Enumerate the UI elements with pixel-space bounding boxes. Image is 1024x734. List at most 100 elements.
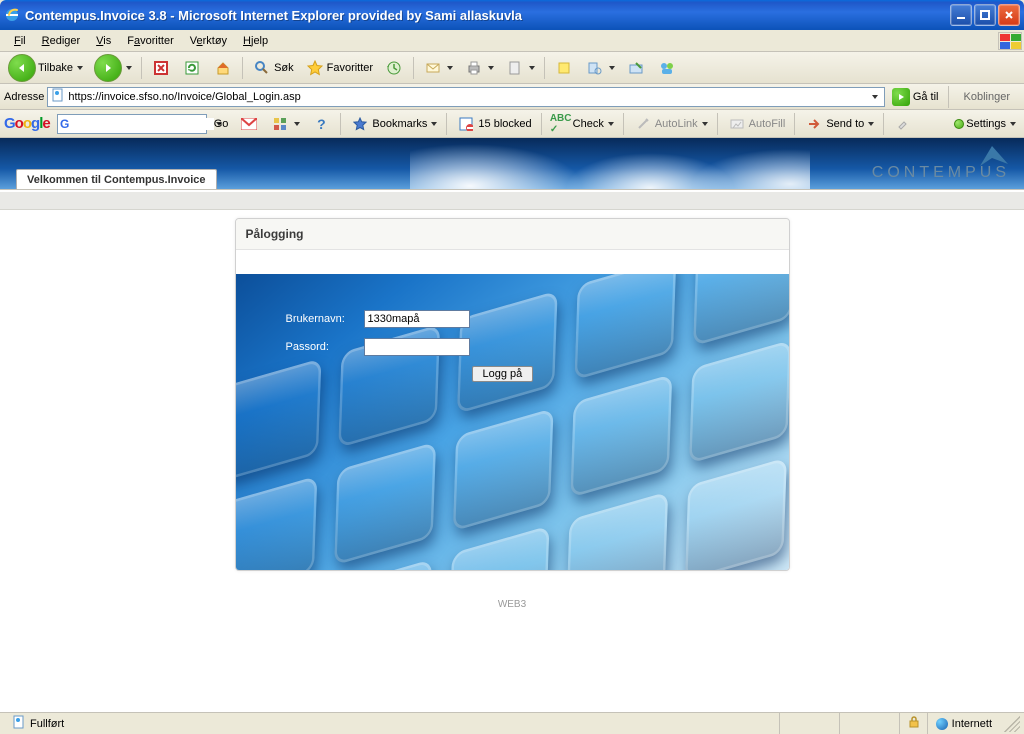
login-panel-body: Brukernavn: Passord: Logg på — [236, 274, 789, 570]
settings-dot-icon — [954, 119, 964, 129]
minimize-button[interactable] — [950, 4, 972, 26]
star-icon — [305, 58, 325, 78]
edit-button[interactable] — [501, 56, 539, 80]
send-icon — [804, 114, 824, 134]
search-icon — [252, 58, 272, 78]
chevron-down-icon — [608, 122, 614, 126]
home-button[interactable] — [209, 56, 237, 80]
notes-button[interactable] — [550, 56, 578, 80]
status-cell-2 — [839, 713, 899, 734]
history-button[interactable] — [380, 56, 408, 80]
google-logo: Google — [4, 115, 54, 132]
username-input[interactable] — [364, 310, 470, 328]
menu-favorites[interactable]: Favoritter — [119, 33, 181, 49]
maximize-button[interactable] — [974, 4, 996, 26]
go-arrow-icon — [892, 88, 910, 106]
lock-icon — [908, 716, 920, 731]
folder-button[interactable] — [622, 56, 650, 80]
menu-edit[interactable]: Rediger — [34, 33, 89, 49]
chevron-down-icon[interactable] — [872, 95, 878, 99]
refresh-button[interactable] — [178, 56, 206, 80]
help-icon: ? — [311, 114, 331, 134]
mail-icon — [423, 58, 443, 78]
messenger-button[interactable] — [653, 56, 681, 80]
search-button[interactable]: Søk — [248, 56, 298, 80]
print-button[interactable] — [460, 56, 498, 80]
contempus-logo: CONTEMPUS — [872, 144, 1010, 182]
favorites-button[interactable]: Favoritter — [301, 56, 377, 80]
stop-button[interactable] — [147, 56, 175, 80]
gray-strip — [0, 192, 1024, 210]
sendto-button[interactable]: Send to — [800, 112, 878, 136]
chevron-down-icon — [529, 66, 535, 70]
links-label[interactable]: Koblinger — [954, 91, 1020, 103]
autofill-button[interactable]: AutoFill — [723, 112, 790, 136]
login-button[interactable]: Logg på — [472, 366, 534, 382]
google-search-input[interactable] — [72, 118, 214, 130]
chevron-down-icon — [702, 122, 708, 126]
page-banner: CONTEMPUS Velkommen til Contempus.Invoic… — [0, 138, 1024, 190]
autolink-button[interactable]: AutoLink — [629, 112, 712, 136]
browser-toolbar: Tilbake Søk Favoritter — [0, 52, 1024, 84]
google-g-icon: G — [60, 117, 72, 131]
refresh-icon — [182, 58, 202, 78]
chevron-down-icon — [488, 66, 494, 70]
menu-file[interactable]: Fil — [6, 33, 34, 49]
google-go-button[interactable]: Go — [210, 116, 233, 132]
window-title: Contempus.Invoice 3.8 - Microsoft Intern… — [25, 8, 950, 23]
google-help-button[interactable]: ? — [307, 112, 335, 136]
resize-grip[interactable] — [1004, 716, 1020, 732]
blocks-icon — [270, 114, 290, 134]
chevron-down-icon — [609, 66, 615, 70]
messenger-icon — [657, 58, 677, 78]
edit-icon — [505, 58, 525, 78]
home-icon — [213, 58, 233, 78]
username-label: Brukernavn: — [286, 313, 354, 325]
forward-button[interactable] — [90, 52, 136, 84]
page-content: CONTEMPUS Velkommen til Contempus.Invoic… — [0, 138, 1024, 712]
address-label: Adresse — [4, 91, 44, 103]
address-input-wrap[interactable] — [47, 87, 884, 107]
google-search-wrap[interactable]: G — [57, 114, 207, 134]
google-options-button[interactable] — [266, 112, 304, 136]
password-input[interactable] — [364, 338, 470, 356]
login-panel-title: Pålogging — [236, 219, 789, 250]
page-icon — [12, 715, 26, 732]
highlight-button[interactable] — [889, 112, 917, 136]
password-label: Passord: — [286, 341, 354, 353]
popup-blocked-button[interactable]: 15 blocked — [452, 112, 535, 136]
banner-clouds — [410, 138, 810, 189]
chevron-down-icon — [868, 122, 874, 126]
chevron-down-icon — [294, 122, 300, 126]
menu-help[interactable]: Hjelp — [235, 33, 276, 49]
address-input[interactable] — [68, 91, 868, 103]
gmail-icon — [239, 114, 259, 134]
menu-bar: Fil Rediger Vis Favoritter Verktøy Hjelp — [0, 30, 1024, 52]
address-bar: Adresse Gå til Koblinger — [0, 84, 1024, 110]
welcome-tab[interactable]: Velkommen til Contempus.Invoice — [16, 169, 217, 189]
svg-text:G: G — [60, 118, 69, 130]
windows-flag-icon — [998, 32, 1022, 50]
chevron-down-icon — [126, 66, 132, 70]
wand-icon — [633, 114, 653, 134]
back-button[interactable]: Tilbake — [4, 52, 87, 84]
menu-tools[interactable]: Verktøy — [182, 33, 235, 49]
status-bar: Fullført Internett — [0, 712, 1024, 734]
menu-view[interactable]: Vis — [88, 33, 119, 49]
globe-icon — [936, 718, 948, 730]
settings-button[interactable]: Settings — [950, 116, 1020, 132]
highlight-icon — [893, 114, 913, 134]
close-button[interactable] — [998, 4, 1020, 26]
go-button[interactable]: Gå til — [888, 86, 943, 108]
gmail-button[interactable] — [235, 112, 263, 136]
google-toolbar: Google G Go ? Bookmarks 15 block — [0, 110, 1024, 138]
history-icon — [384, 58, 404, 78]
folder-icon — [626, 58, 646, 78]
note-icon — [554, 58, 574, 78]
status-zone: Internett — [927, 713, 1000, 734]
spellcheck-button[interactable]: ABC✓ Check — [547, 112, 618, 136]
bookmarks-button[interactable]: Bookmarks — [346, 112, 441, 136]
research-button[interactable] — [581, 56, 619, 80]
mail-button[interactable] — [419, 56, 457, 80]
check-icon: ABC✓ — [551, 114, 571, 134]
